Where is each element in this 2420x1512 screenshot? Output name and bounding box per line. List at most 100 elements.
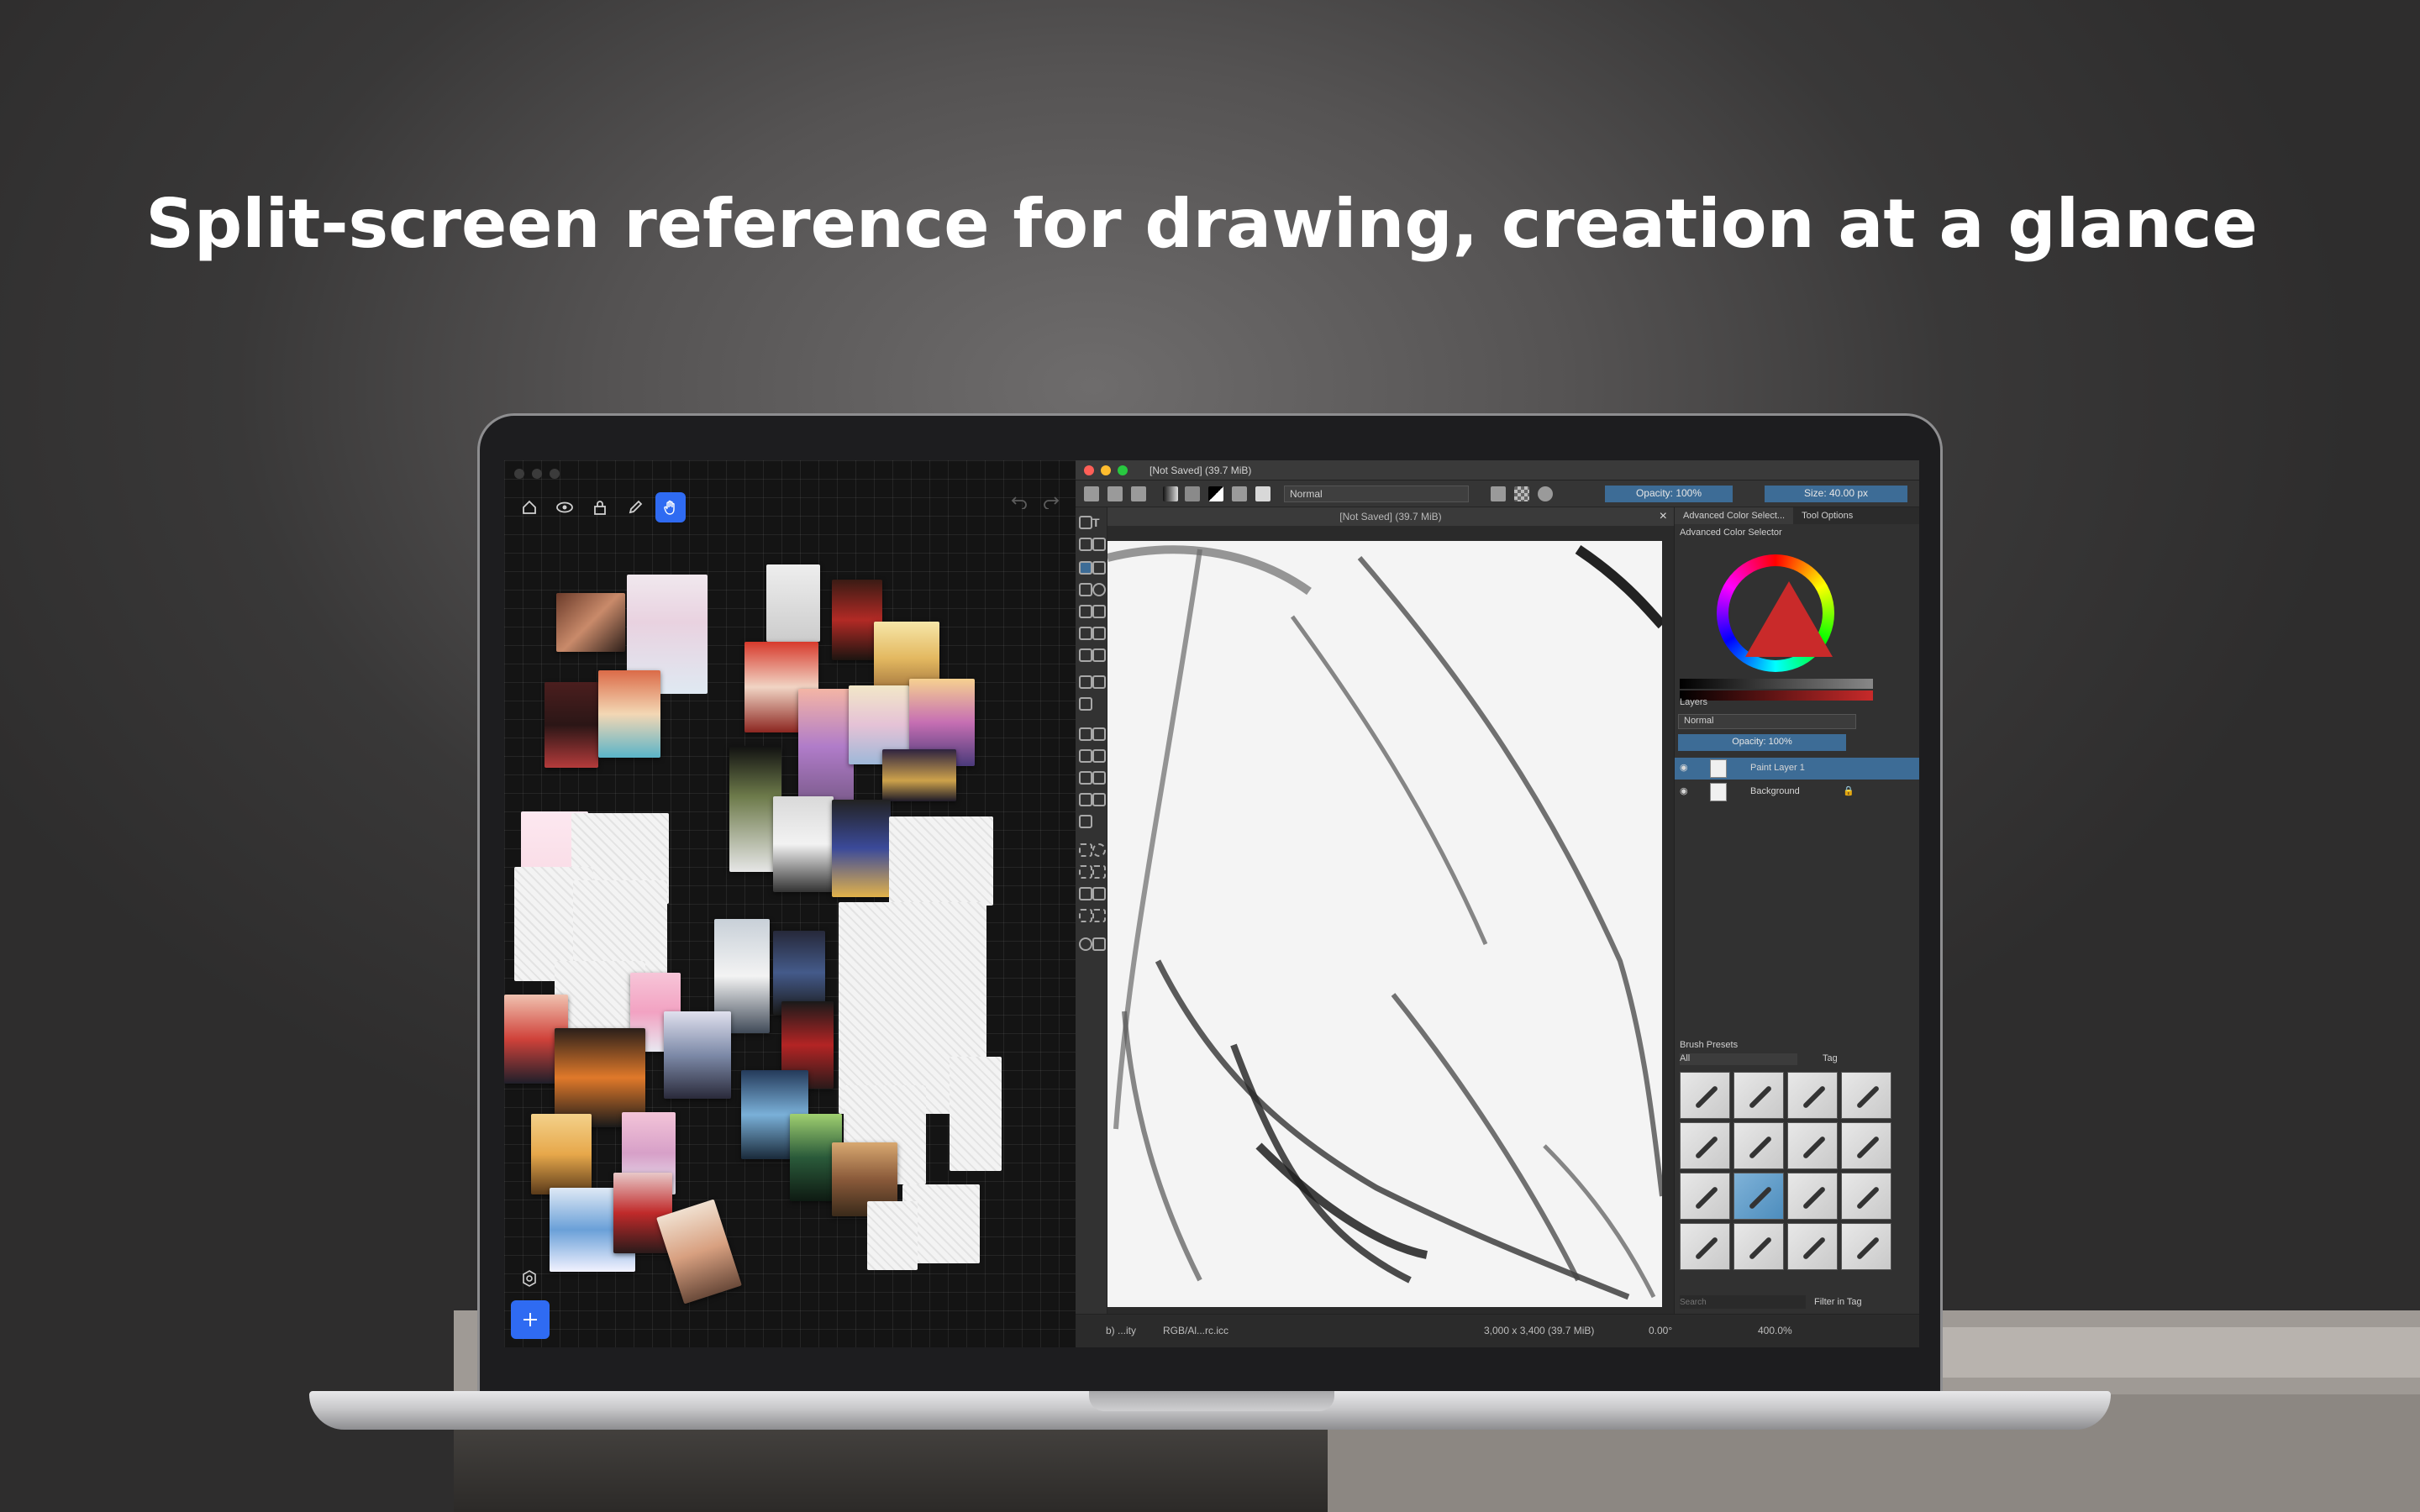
calligraphy-tool[interactable] [1092,538,1106,551]
minimize-dot[interactable] [532,469,542,479]
reference-image[interactable] [882,749,956,801]
close-button[interactable] [1084,465,1094,475]
brush-search-input[interactable] [1680,1295,1806,1309]
brush-tool[interactable] [1079,561,1092,575]
new-document-icon[interactable] [1084,486,1099,501]
brush-preset[interactable] [1787,1072,1838,1119]
reference-image[interactable] [598,670,660,758]
contiguous-select-tool[interactable] [1079,887,1092,900]
minimize-button[interactable] [1101,465,1111,475]
brush-preset[interactable] [1680,1072,1730,1119]
reference-image[interactable] [889,816,993,906]
rectangle-tool[interactable] [1079,583,1092,596]
reference-image[interactable] [544,682,598,768]
zoom-button[interactable] [1118,465,1128,475]
line-tool[interactable] [1092,561,1106,575]
similar-select-tool[interactable] [1092,887,1106,900]
color-wheel[interactable] [1717,554,1834,672]
brush-filter-select[interactable]: All [1680,1053,1797,1065]
reference-image[interactable] [656,1199,742,1305]
pencil-button[interactable] [620,492,650,522]
freehand-select-tool[interactable] [1092,865,1106,879]
zoom-dot[interactable] [550,469,560,479]
save-icon[interactable] [1131,486,1146,501]
tab-tool-options[interactable]: Tool Options [1793,507,1861,524]
polygon-select-tool[interactable] [1079,865,1092,879]
brush-preset[interactable] [1733,1173,1784,1220]
polyline-tool[interactable] [1092,605,1106,618]
layer-row[interactable]: ◉ Paint Layer 1 [1675,758,1919,780]
colorize-mask-tool[interactable] [1079,749,1092,763]
text-tool[interactable]: T [1092,516,1106,529]
brush-preset[interactable] [1787,1173,1838,1220]
magnetic-select-tool[interactable] [1092,909,1106,922]
color-swap-icon[interactable] [1208,486,1223,501]
brush-preset[interactable] [1733,1072,1784,1119]
reference-tool[interactable] [1079,815,1092,828]
undo-icon[interactable] [1010,492,1028,509]
home-button[interactable] [514,492,544,522]
filter-in-tag-checkbox[interactable]: Filter in Tag [1814,1297,1862,1307]
ellipse-select-tool[interactable] [1092,843,1106,857]
reference-image[interactable] [798,689,854,805]
bezier-tool[interactable] [1079,627,1092,640]
tab-advanced-color-selector[interactable]: Advanced Color Select... [1675,507,1794,524]
eraser-icon[interactable] [1491,486,1506,501]
reference-image[interactable] [867,1201,918,1270]
brush-preset[interactable] [1787,1122,1838,1169]
pattern-icon[interactable] [1185,486,1200,501]
size-slider[interactable]: Size: 40.00 px [1765,486,1907,502]
dynamic-brush-tool[interactable] [1079,648,1092,662]
reference-image[interactable] [773,796,834,892]
assistant-tool[interactable] [1079,793,1092,806]
add-button[interactable] [511,1300,550,1339]
ellipse-tool[interactable] [1092,583,1106,596]
brush-editor-icon[interactable] [1232,486,1247,501]
layer-blend-mode-select[interactable]: Normal [1678,714,1856,729]
brush-preset[interactable] [1841,1173,1891,1220]
lock-button[interactable] [585,492,615,522]
select-tool[interactable] [1079,516,1092,529]
brush-preset-icon[interactable] [1255,486,1270,501]
bezier-select-tool[interactable] [1079,909,1092,922]
close-icon[interactable]: × [1660,509,1667,524]
reference-image[interactable] [950,1057,1002,1171]
redo-icon[interactable] [1042,492,1060,509]
brush-preset[interactable] [1733,1122,1784,1169]
brush-preset[interactable] [1680,1223,1730,1270]
zoom-tool[interactable] [1079,937,1092,951]
layer-row[interactable]: ◉ Background 🔒 [1675,781,1919,803]
rect-select-tool[interactable] [1079,843,1092,857]
color-triangle[interactable] [1745,581,1833,657]
document-tab[interactable]: [Not Saved] (39.7 MiB) × [1107,507,1674,526]
reference-image[interactable] [664,1011,731,1099]
hue-slider[interactable] [1680,690,1873,701]
fill-tool[interactable] [1079,771,1092,785]
gradient-tool[interactable] [1079,727,1092,741]
settings-button[interactable] [514,1263,544,1294]
transform-tool[interactable] [1079,675,1092,689]
alpha-lock-icon[interactable] [1514,486,1529,501]
brush-preset[interactable] [1841,1223,1891,1270]
color-picker-tool[interactable] [1092,727,1106,741]
brush-preset[interactable] [1733,1223,1784,1270]
eye-button[interactable] [550,492,580,522]
smart-patch-tool[interactable] [1092,749,1106,763]
open-document-icon[interactable] [1107,486,1123,501]
eye-icon[interactable]: ◉ [1680,762,1688,773]
brush-preset[interactable] [1787,1223,1838,1270]
polygon-tool[interactable] [1079,605,1092,618]
freehand-path-tool[interactable] [1092,627,1106,640]
brush-preset[interactable] [1680,1122,1730,1169]
measure-tool[interactable] [1092,793,1106,806]
status-zoom[interactable]: 400.0% [1758,1325,1792,1336]
reference-image[interactable] [556,593,625,652]
edit-shapes-tool[interactable] [1079,538,1092,551]
drawing-canvas[interactable] [1107,541,1662,1307]
brush-tag-label[interactable]: Tag [1823,1053,1838,1063]
reference-image[interactable] [531,1114,592,1194]
crop-tool[interactable] [1079,697,1092,711]
eye-icon[interactable]: ◉ [1680,785,1688,796]
reload-icon[interactable] [1538,486,1553,501]
pan-tool[interactable] [1092,937,1106,951]
